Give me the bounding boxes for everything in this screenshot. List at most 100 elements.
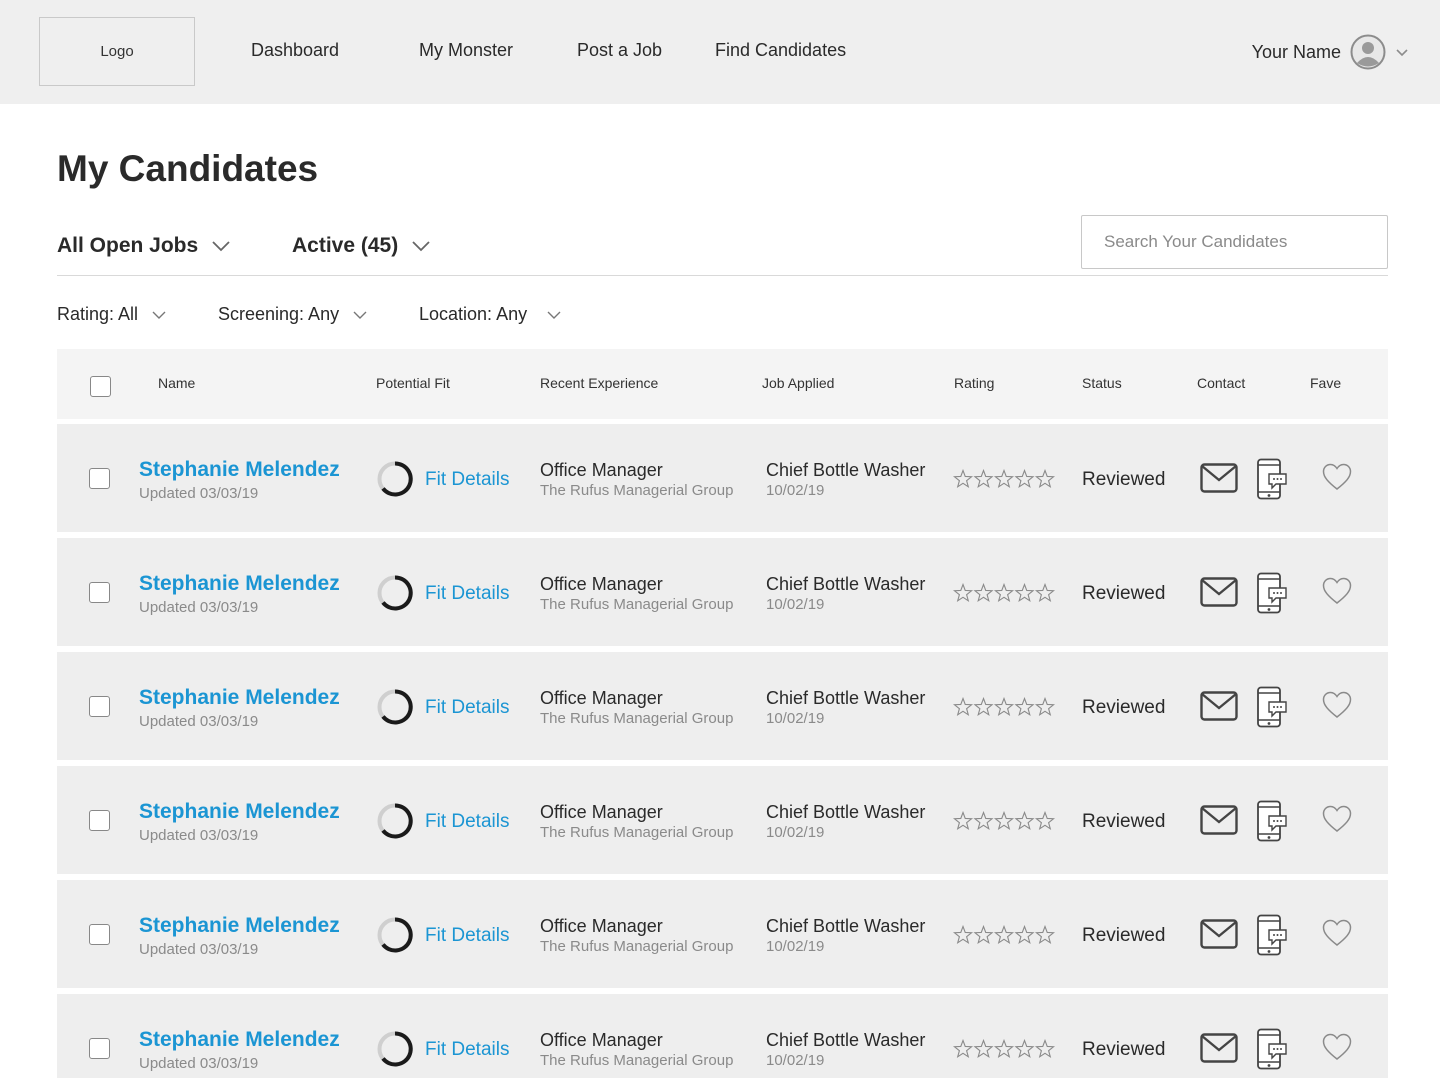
nav-dashboard[interactable]: Dashboard [251, 40, 339, 61]
table-row[interactable]: Stephanie Melendez Updated 03/03/19 Fit De… [57, 994, 1388, 1078]
job-applied-title: Chief Bottle Washer [766, 916, 926, 936]
page-title: My Candidates [57, 148, 319, 189]
phone-icon[interactable] [1256, 914, 1288, 956]
experience-title: Office Manager [540, 916, 663, 936]
phone-icon[interactable] [1256, 686, 1288, 728]
star-rating-icon[interactable] [953, 697, 1055, 717]
fit-details-link[interactable]: Fit Details [425, 583, 509, 605]
candidate-name-link[interactable]: Stephanie Melendez [139, 914, 340, 938]
status-label: Reviewed [1082, 583, 1166, 604]
candidate-name-link[interactable]: Stephanie Melendez [139, 686, 340, 710]
candidate-updated-date: Updated 03/03/19 [139, 941, 259, 958]
row-checkbox[interactable] [89, 696, 110, 717]
row-checkbox[interactable] [89, 1038, 110, 1059]
job-applied-date: 10/02/19 [766, 938, 825, 955]
experience-title: Office Manager [540, 802, 663, 822]
fit-ring-icon [377, 575, 413, 611]
candidate-updated-date: Updated 03/03/19 [139, 713, 259, 730]
fit-details-link[interactable]: Fit Details [425, 469, 509, 491]
job-applied-title: Chief Bottle Washer [766, 460, 926, 480]
fit-details-link[interactable]: Fit Details [425, 811, 509, 833]
screening-filter-dropdown[interactable]: Screening: Any [218, 304, 367, 325]
star-rating-icon[interactable] [953, 811, 1055, 831]
fit-details-link[interactable]: Fit Details [425, 925, 509, 947]
status-label: Reviewed [1082, 925, 1166, 946]
heart-icon[interactable] [1322, 919, 1352, 947]
phone-icon[interactable] [1256, 572, 1288, 614]
table-header: Name Potential Fit Recent Experience Job… [57, 349, 1388, 419]
experience-title: Office Manager [540, 1030, 663, 1050]
column-header-job-applied[interactable]: Job Applied [762, 375, 834, 391]
candidate-name-link[interactable]: Stephanie Melendez [139, 1028, 340, 1052]
table-row[interactable]: Stephanie Melendez Updated 03/03/19 Fit De… [57, 880, 1388, 988]
chevron-down-icon [152, 311, 166, 319]
status-label: Reviewed [1082, 697, 1166, 718]
job-applied-title: Chief Bottle Washer [766, 1030, 926, 1050]
jobs-dropdown-label: All Open Jobs [57, 234, 199, 257]
job-applied-date: 10/02/19 [766, 1052, 825, 1069]
job-applied-date: 10/02/19 [766, 710, 825, 727]
nav-post-a-job[interactable]: Post a Job [577, 40, 662, 61]
heart-icon[interactable] [1322, 805, 1352, 833]
table-row[interactable]: Stephanie Melendez Updated 03/03/19 Fit De… [57, 652, 1388, 760]
row-checkbox[interactable] [89, 582, 110, 603]
email-icon[interactable] [1200, 691, 1238, 721]
email-icon[interactable] [1200, 805, 1238, 835]
select-all-checkbox[interactable] [90, 376, 111, 397]
column-header-name[interactable]: Name [158, 375, 195, 391]
experience-company: The Rufus Managerial Group [540, 482, 734, 499]
email-icon[interactable] [1200, 463, 1238, 493]
row-checkbox[interactable] [89, 810, 110, 831]
active-dropdown[interactable]: Active (45) [292, 234, 431, 258]
search-candidates-input[interactable] [1081, 215, 1388, 269]
column-header-fave[interactable]: Fave [1310, 375, 1341, 391]
candidate-updated-date: Updated 03/03/19 [139, 1055, 259, 1072]
column-header-recent-experience[interactable]: Recent Experience [540, 375, 658, 391]
logo[interactable]: Logo [39, 17, 195, 86]
user-menu[interactable]: Your Name [1252, 34, 1409, 70]
status-label: Reviewed [1082, 469, 1166, 490]
candidate-updated-date: Updated 03/03/19 [139, 485, 259, 502]
table-row[interactable]: Stephanie Melendez Updated 03/03/19 Fit De… [57, 538, 1388, 646]
star-rating-icon[interactable] [953, 925, 1055, 945]
location-filter-dropdown[interactable]: Location: Any [419, 304, 561, 325]
chevron-down-icon [1396, 49, 1408, 57]
jobs-dropdown[interactable]: All Open Jobs [57, 234, 231, 258]
heart-icon[interactable] [1322, 691, 1352, 719]
rating-filter-dropdown[interactable]: Rating: All [57, 304, 166, 325]
experience-title: Office Manager [540, 460, 663, 480]
heart-icon[interactable] [1322, 577, 1352, 605]
star-rating-icon[interactable] [953, 583, 1055, 603]
candidate-name-link[interactable]: Stephanie Melendez [139, 800, 340, 824]
email-icon[interactable] [1200, 577, 1238, 607]
column-header-potential-fit[interactable]: Potential Fit [376, 375, 450, 391]
row-checkbox[interactable] [89, 468, 110, 489]
experience-company: The Rufus Managerial Group [540, 938, 734, 955]
experience-company: The Rufus Managerial Group [540, 710, 734, 727]
candidate-updated-date: Updated 03/03/19 [139, 599, 259, 616]
column-header-status[interactable]: Status [1082, 375, 1122, 391]
table-row[interactable]: Stephanie Melendez Updated 03/03/19 Fit De… [57, 766, 1388, 874]
fit-details-link[interactable]: Fit Details [425, 697, 509, 719]
column-header-rating[interactable]: Rating [954, 375, 994, 391]
nav-find-candidates[interactable]: Find Candidates [715, 40, 846, 61]
star-rating-icon[interactable] [953, 1039, 1055, 1059]
column-header-contact[interactable]: Contact [1197, 375, 1245, 391]
user-avatar-icon [1350, 34, 1386, 70]
nav-my-monster[interactable]: My Monster [419, 40, 513, 61]
star-rating-icon[interactable] [953, 469, 1055, 489]
table-row[interactable]: Stephanie Melendez Updated 03/03/19 Fit De… [57, 424, 1388, 532]
phone-icon[interactable] [1256, 800, 1288, 842]
status-label: Reviewed [1082, 811, 1166, 832]
row-checkbox[interactable] [89, 924, 110, 945]
fit-details-link[interactable]: Fit Details [425, 1039, 509, 1061]
heart-icon[interactable] [1322, 463, 1352, 491]
phone-icon[interactable] [1256, 458, 1288, 500]
phone-icon[interactable] [1256, 1028, 1288, 1070]
chevron-down-icon [212, 241, 230, 252]
email-icon[interactable] [1200, 919, 1238, 949]
candidate-name-link[interactable]: Stephanie Melendez [139, 458, 340, 482]
candidate-name-link[interactable]: Stephanie Melendez [139, 572, 340, 596]
email-icon[interactable] [1200, 1033, 1238, 1063]
heart-icon[interactable] [1322, 1033, 1352, 1061]
